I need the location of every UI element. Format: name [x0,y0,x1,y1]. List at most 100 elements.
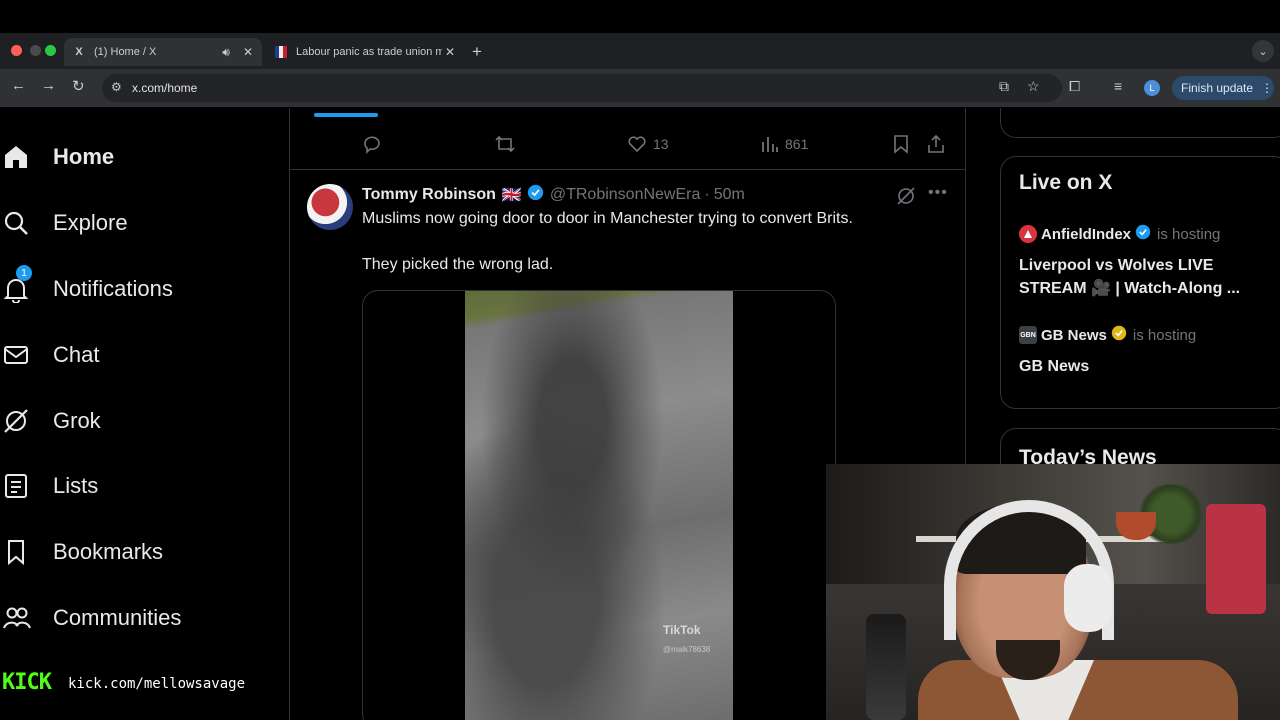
home-icon [0,143,34,171]
site-settings-icon[interactable]: ⚙︎ [111,80,122,94]
minimize-window-button[interactable] [30,45,41,56]
nav-label: Communities [53,605,181,631]
speaker-icon[interactable]: 🔊︎ [218,45,234,60]
close-tab-icon[interactable]: ✕ [442,45,458,59]
finish-update-button[interactable]: Finish update ⋮ [1172,76,1274,100]
repost-button[interactable] [494,134,516,154]
live-host-row[interactable]: GBN GB News is hosting [1019,325,1196,345]
live-stream-title[interactable]: GB News [1019,355,1089,378]
nav-label: Notifications [53,276,173,302]
avatar[interactable] [307,184,353,230]
tweet-header: Tommy Robinson 🇬🇧 @TRobinsonNewEra · 50m [362,184,745,206]
verified-badge-icon [527,184,544,206]
people-icon [0,604,34,632]
tweet-text-line: They picked the wrong lad. [362,256,553,274]
list-icon [0,472,34,500]
host-name: GB News [1041,327,1107,344]
view-count: 861 [785,136,808,152]
previous-card-bottom [1000,108,1280,138]
mail-icon [0,341,34,369]
reload-icon[interactable]: ↻ [72,77,85,95]
webcam-earcup [1064,564,1112,632]
bookmark-icon [892,134,910,154]
nav-label: Chat [53,342,99,368]
nav-communities[interactable]: Communities [0,598,181,638]
host-avatar: GBN [1019,326,1037,344]
webcam-microphone [866,614,906,720]
timestamp[interactable]: 50m [714,186,745,204]
host-name: AnfieldIndex [1041,226,1131,243]
nav-notifications[interactable]: 1 Notifications [0,269,173,309]
kebab-menu-icon: ⋮ [1261,81,1273,95]
nav-grok[interactable]: Grok [0,401,101,441]
live-stream-title[interactable]: STREAM 🎥 | Watch-Along ... [1019,277,1240,300]
grok-explain-icon[interactable] [896,186,916,211]
media-controls-icon[interactable]: ≡ [1114,78,1122,94]
video-frame[interactable] [465,291,733,720]
host-avatar [1019,225,1037,243]
bookmark-star-icon[interactable]: ☆ [1027,78,1040,95]
bookmark-icon [0,538,34,566]
more-options-icon[interactable]: ••• [928,184,948,202]
live-on-x-title: Live on X [1019,171,1112,195]
new-tab-button[interactable]: + [472,42,482,62]
tiktok-watermark: TikTok [663,623,701,637]
share-button[interactable] [927,134,945,154]
close-window-button[interactable] [11,45,22,56]
share-icon [927,134,945,154]
tab-labour-panic[interactable]: Labour panic as trade union m ✕ [268,38,464,66]
bookmark-button[interactable] [892,134,910,154]
gold-verified-badge-icon [1111,325,1127,345]
uk-flag-emoji: 🇬🇧 [502,185,522,205]
author-handle[interactable]: @TRobinsonNewEra [550,186,701,204]
reply-button[interactable] [362,134,382,154]
grok-icon [0,407,34,435]
forward-arrow-icon[interactable]: → [41,77,56,94]
column-divider [289,108,290,720]
search-icon [0,209,34,237]
streamer-webcam [826,464,1280,720]
tab-title: (1) Home / X [94,46,218,58]
nav-bookmarks[interactable]: Bookmarks [0,532,163,572]
tweet-video[interactable]: TikTok @maik78638 [362,290,836,720]
live-stream-title[interactable]: Liverpool vs Wolves LIVE [1019,254,1213,277]
repost-icon [494,134,516,154]
progress-indicator [314,113,378,117]
chart-icon [761,134,779,154]
tab-search-chevron-icon[interactable]: ⌄ [1252,40,1274,62]
kick-logo: KICK [2,670,51,695]
nav-label: Explore [53,210,128,236]
tweet-divider [290,169,966,170]
hosting-label: is hosting [1133,327,1196,344]
notification-badge: 1 [16,265,32,281]
extensions-icon[interactable]: ⧠ [1069,78,1080,95]
news-favicon-icon [274,45,288,59]
nav-lists[interactable]: Lists [0,466,98,506]
nav-home[interactable]: Home [0,137,114,177]
tab-home-x[interactable]: X (1) Home / X 🔊︎ ✕ [64,38,262,66]
install-app-icon[interactable]: ⧉ [999,78,1009,95]
hosting-label: is hosting [1157,226,1220,243]
views-button[interactable]: 861 [761,134,808,154]
kick-channel-url: kick.com/mellowsavage [68,676,245,692]
like-button[interactable]: 13 [627,134,669,154]
live-host-row[interactable]: AnfieldIndex is hosting [1019,224,1220,244]
bell-icon: 1 [0,275,34,303]
finish-update-label: Finish update [1181,81,1253,95]
address-bar[interactable]: ⚙︎ x.com/home [102,74,1062,102]
nav-label: Bookmarks [53,539,163,565]
author-name[interactable]: Tommy Robinson [362,186,496,204]
nav-label: Home [53,144,114,170]
close-tab-icon[interactable]: ✕ [240,45,256,59]
nav-explore[interactable]: Explore [0,203,128,243]
profile-avatar[interactable]: L [1144,80,1160,96]
reply-icon [362,134,382,154]
zoom-window-button[interactable] [45,45,56,56]
back-arrow-icon[interactable]: ← [11,77,26,94]
verified-badge-icon [1135,224,1151,244]
nav-chat[interactable]: Chat [0,335,99,375]
heart-icon [627,134,647,154]
x-logo-icon: X [72,45,86,59]
separator-dot: · [704,186,709,204]
webcam-hanging-shirt [1206,504,1266,614]
